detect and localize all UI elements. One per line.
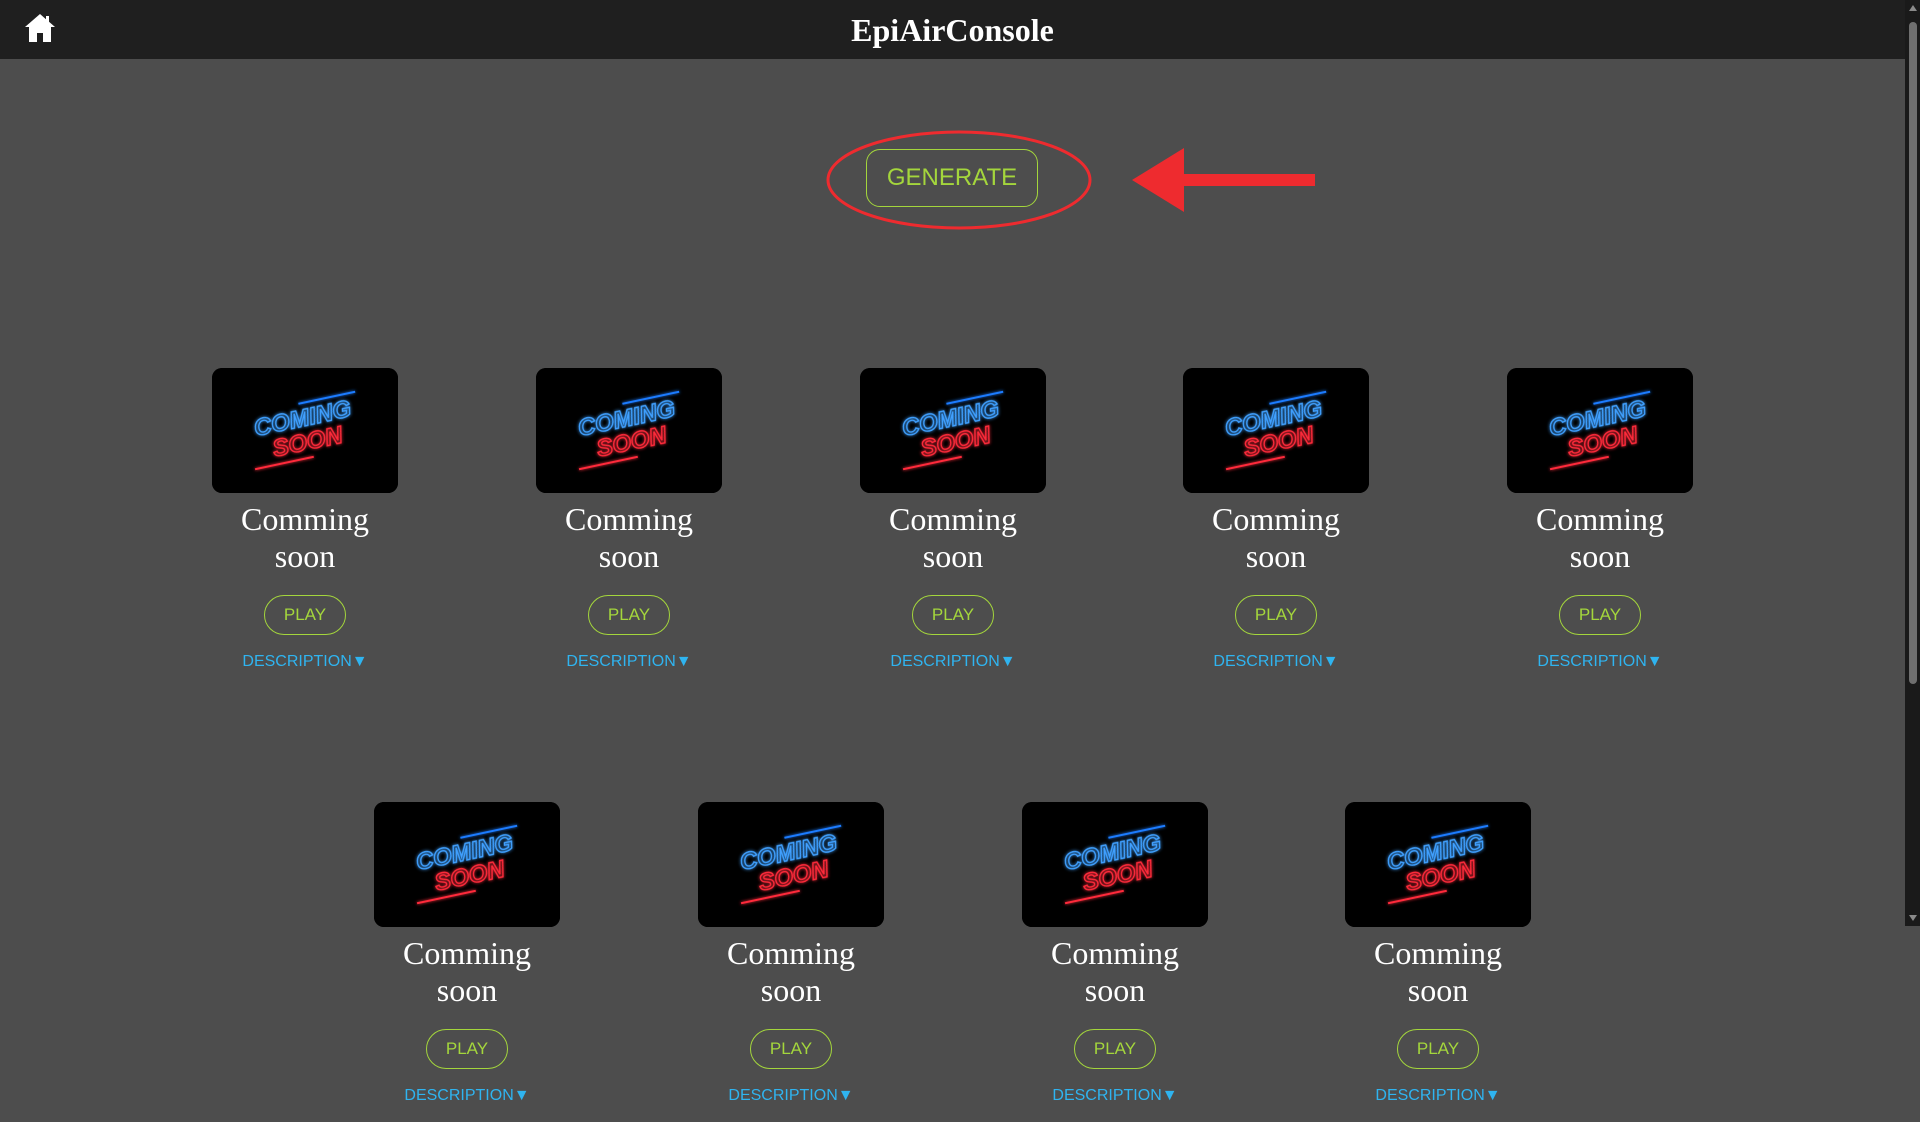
game-thumbnail[interactable]: COMING SOON [1345,802,1531,927]
app-title: EpiAirConsole [851,12,1054,48]
game-card: COMING SOON Comming soon PLAY DESCRIPTION▼ [374,802,560,1105]
scroll-thumb[interactable] [1909,22,1917,684]
game-title: Comming soon [402,935,531,1008]
game-title: Comming soon [240,501,369,574]
description-toggle[interactable]: DESCRIPTION▼ [1052,1087,1177,1105]
top-bar: EpiAirConsole [0,0,1905,59]
play-button[interactable]: PLAY [1074,1029,1156,1069]
game-title: Comming soon [1211,501,1340,574]
game-thumbnail[interactable]: COMING SOON [860,368,1046,493]
play-button[interactable]: PLAY [426,1029,508,1069]
scroll-up-icon[interactable] [1909,5,1917,11]
description-toggle[interactable]: DESCRIPTION▼ [566,653,691,671]
games-row-2: COMING SOON Comming soon PLAY DESCRIPTION▼… [0,802,1905,1122]
generate-button[interactable]: GENERATE [866,149,1038,207]
description-toggle[interactable]: DESCRIPTION▼ [242,653,367,671]
description-toggle[interactable]: DESCRIPTION▼ [728,1087,853,1105]
game-thumbnail[interactable]: COMING SOON [1507,368,1693,493]
game-card: COMING SOON Comming soon PLAY DESCRIPTION▼ [212,368,398,671]
game-card: COMING SOON Comming soon PLAY DESCRIPTION▼ [1022,802,1208,1105]
game-title: Comming soon [1535,501,1664,574]
game-thumbnail[interactable]: COMING SOON [374,802,560,927]
game-card: COMING SOON Comming soon PLAY DESCRIPTION▼ [1345,802,1531,1105]
game-card: COMING SOON Comming soon PLAY DESCRIPTION▼ [536,368,722,671]
game-thumbnail[interactable]: COMING SOON [698,802,884,927]
scroll-down-icon[interactable] [1909,915,1917,921]
game-title: Comming soon [726,935,855,1008]
play-button[interactable]: PLAY [1559,595,1641,635]
description-toggle[interactable]: DESCRIPTION▼ [404,1087,529,1105]
games-row-1: COMING SOON Comming soon PLAY DESCRIPTION▼… [0,368,1905,688]
game-title: Comming soon [1050,935,1179,1008]
description-toggle[interactable]: DESCRIPTION▼ [1537,653,1662,671]
game-card: COMING SOON Comming soon PLAY DESCRIPTION▼ [698,802,884,1105]
annotation-arrow-icon [1132,148,1315,212]
game-card: COMING SOON Comming soon PLAY DESCRIPTION▼ [860,368,1046,671]
game-thumbnail[interactable]: COMING SOON [536,368,722,493]
game-title: Comming soon [1373,935,1502,1008]
game-card: COMING SOON Comming soon PLAY DESCRIPTION▼ [1507,368,1693,671]
description-toggle[interactable]: DESCRIPTION▼ [1375,1087,1500,1105]
game-title: Comming soon [564,501,693,574]
game-thumbnail[interactable]: COMING SOON [1022,802,1208,927]
game-thumbnail[interactable]: COMING SOON [212,368,398,493]
play-button[interactable]: PLAY [1397,1029,1479,1069]
play-button[interactable]: PLAY [750,1029,832,1069]
game-title: Comming soon [888,501,1017,574]
play-button[interactable]: PLAY [912,595,994,635]
description-toggle[interactable]: DESCRIPTION▼ [1213,653,1338,671]
generate-container: GENERATE [866,149,1038,207]
game-thumbnail[interactable]: COMING SOON [1183,368,1369,493]
game-card: COMING SOON Comming soon PLAY DESCRIPTION▼ [1183,368,1369,671]
play-button[interactable]: PLAY [264,595,346,635]
description-toggle[interactable]: DESCRIPTION▼ [890,653,1015,671]
page-scrollbar[interactable] [1905,0,1920,926]
play-button[interactable]: PLAY [588,595,670,635]
play-button[interactable]: PLAY [1235,595,1317,635]
